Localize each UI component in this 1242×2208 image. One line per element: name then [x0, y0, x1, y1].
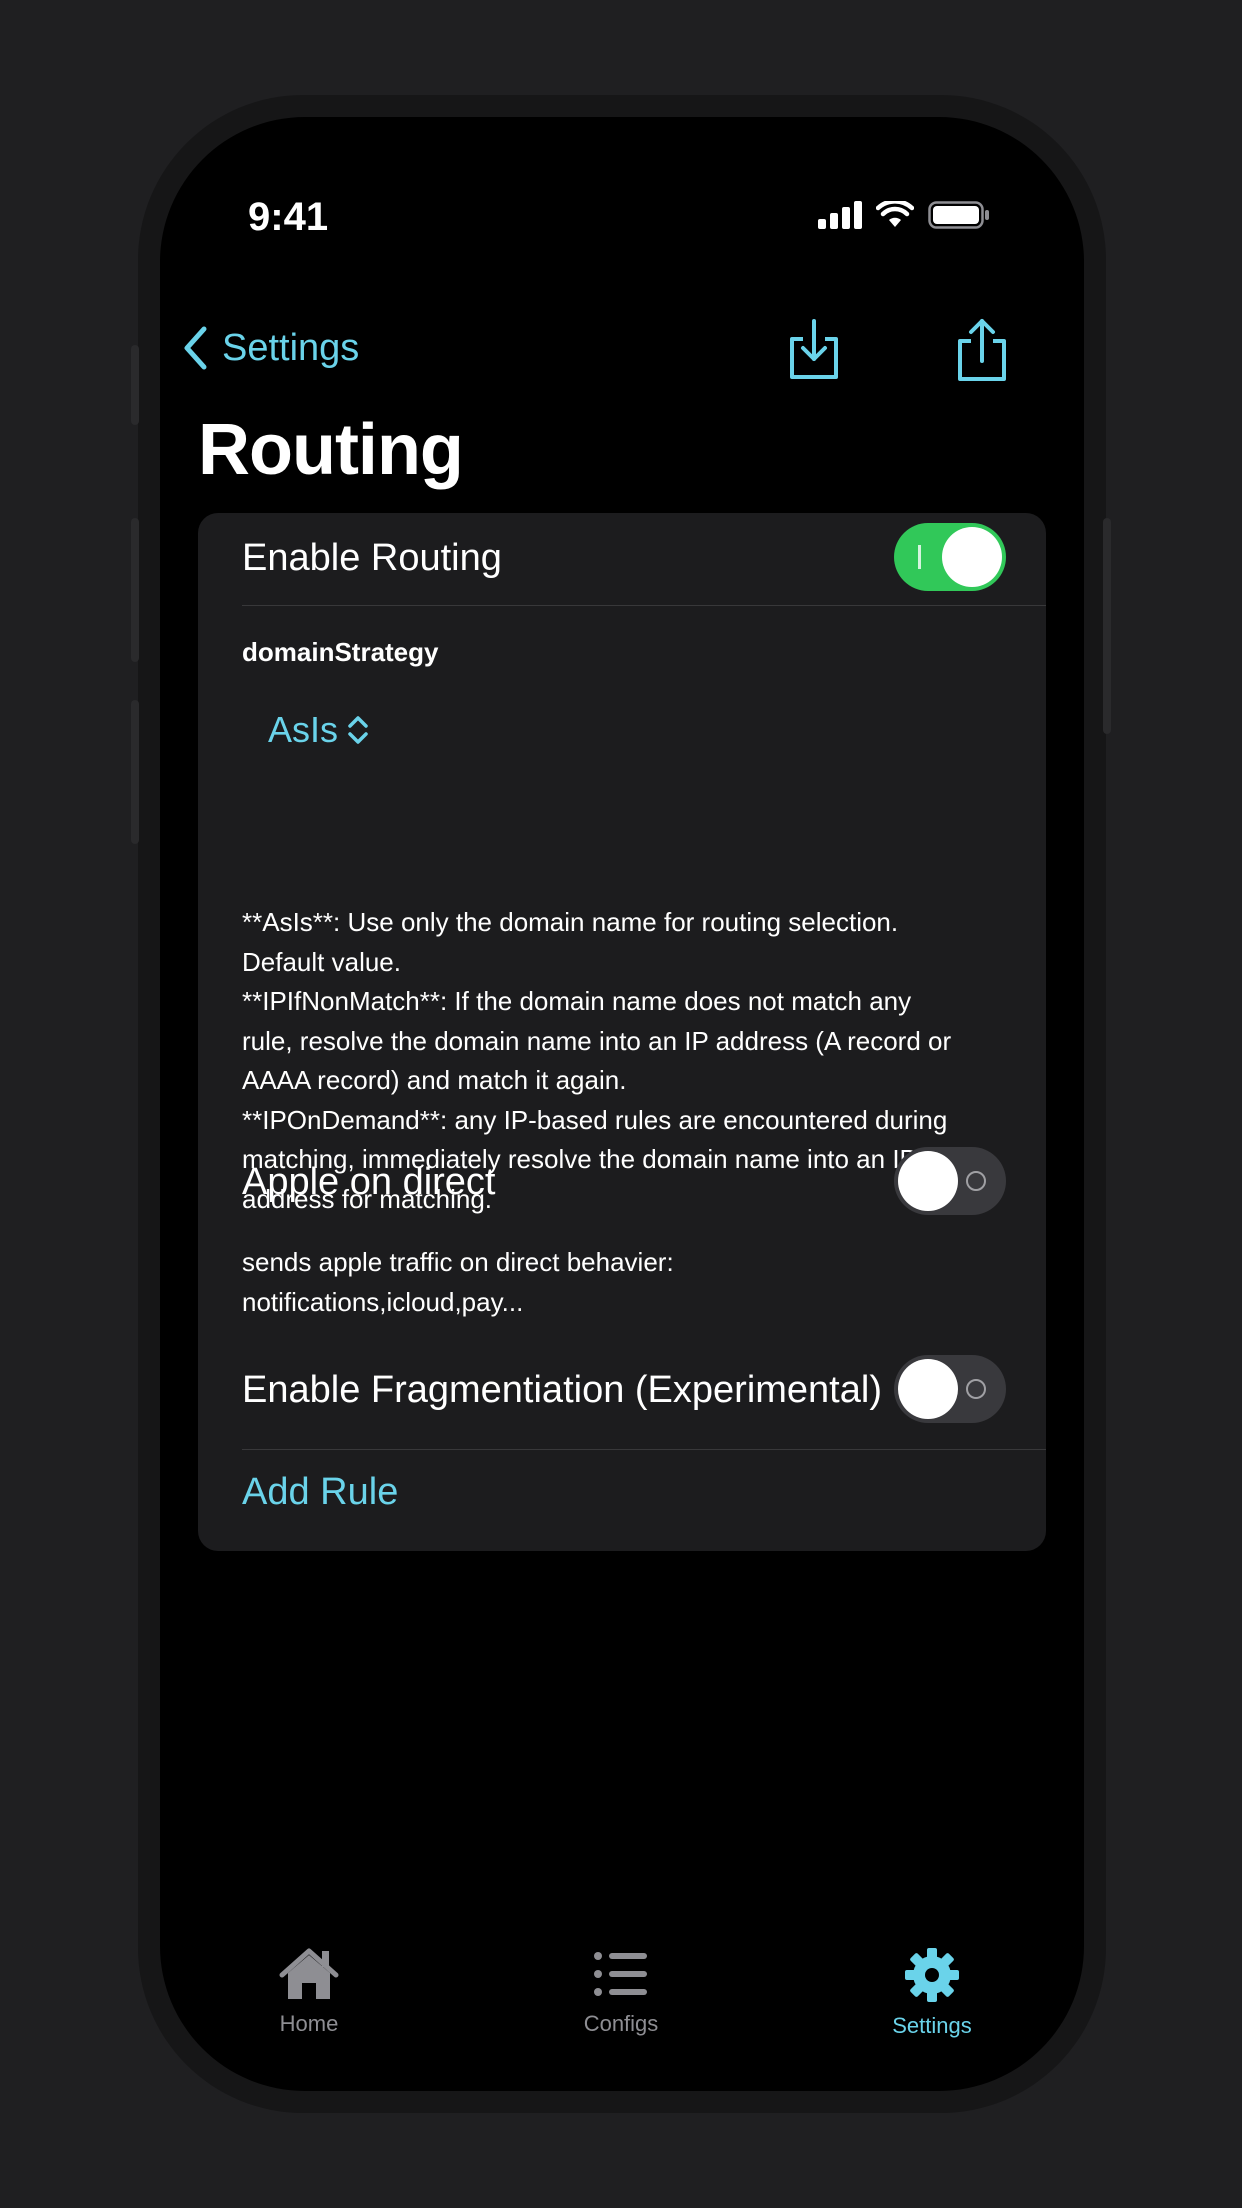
chevron-up-down-icon — [348, 716, 368, 744]
import-download-icon[interactable] — [784, 317, 844, 383]
tab-home-label: Home — [279, 2011, 339, 2036]
domain-strategy-description-line: **AsIs**: Use only the domain name for r… — [242, 907, 899, 937]
toggle-on-indicator — [918, 545, 921, 569]
tab-home[interactable]: Home — [209, 1947, 409, 2037]
enable-routing-label: Enable Routing — [242, 537, 502, 579]
toggle-off-indicator — [966, 1171, 986, 1191]
domain-strategy-label: domainStrategy — [242, 637, 439, 667]
toggle-off-indicator — [966, 1379, 986, 1399]
routing-settings-card: Enable Routing domainStrategy AsIs **AsI… — [198, 513, 1046, 1551]
tab-settings-label: Settings — [892, 2013, 972, 2038]
domain-strategy-picker[interactable]: AsIs — [268, 709, 370, 751]
battery-icon — [928, 201, 989, 229]
row-divider — [242, 605, 1046, 606]
page-title: Routing — [198, 410, 464, 490]
list-icon — [594, 1952, 647, 1996]
back-button-label: Settings — [222, 326, 360, 369]
enable-routing-toggle[interactable] — [894, 523, 1006, 591]
apple-direct-label: Apple on direct — [242, 1161, 496, 1203]
toggle-knob — [898, 1359, 958, 1419]
gear-icon — [905, 1948, 959, 2002]
domain-strategy-description-line: **IPIfNonMatch**: If the domain name doe… — [242, 986, 912, 1016]
tab-configs-label: Configs — [583, 2011, 659, 2036]
share-icon[interactable] — [952, 317, 1012, 383]
apple-direct-description: sends apple traffic on direct behavier: … — [242, 1243, 1022, 1322]
domain-strategy-value: AsIs — [268, 709, 339, 750]
device-side-button — [131, 345, 139, 425]
domain-strategy-description-line: rule, resolve the domain name into an IP… — [242, 1025, 952, 1056]
back-button[interactable]: Settings — [182, 325, 359, 371]
domain-strategy-description-line: AAAA record) and match it again. — [242, 1065, 627, 1095]
domain-strategy-description-line: **IPOnDemand**: any IP-based rules are e… — [242, 1104, 948, 1135]
status-time: 9:41 — [248, 195, 329, 239]
apple-direct-description-line: notifications,icloud,pay... — [242, 1286, 524, 1317]
wifi-icon — [876, 201, 914, 227]
fragmentation-label: Enable Fragmentiation (Experimental) — [242, 1369, 882, 1411]
apple-direct-description-line: sends apple traffic on direct behavier: — [242, 1247, 674, 1277]
phone-screen: 9:41 Settings Routing Enable Routing dom… — [160, 117, 1084, 2091]
apple-direct-toggle[interactable] — [894, 1147, 1006, 1215]
status-icons — [818, 201, 990, 229]
toggle-knob — [942, 527, 1002, 587]
add-rule-button[interactable]: Add Rule — [242, 1471, 398, 1514]
row-divider — [242, 1449, 1046, 1450]
cellular-signal-icon — [818, 201, 862, 229]
device-side-button — [1103, 518, 1111, 734]
domain-strategy-description-line: Default value. — [242, 946, 401, 977]
toggle-knob — [898, 1151, 958, 1211]
chevron-left-icon — [184, 326, 207, 370]
tab-settings[interactable]: Settings — [832, 1947, 1032, 2039]
fragmentation-toggle[interactable] — [894, 1355, 1006, 1423]
tab-configs[interactable]: Configs — [521, 1947, 721, 2037]
house-icon — [279, 1948, 339, 1999]
device-side-button — [131, 700, 139, 844]
device-side-button — [131, 518, 139, 662]
